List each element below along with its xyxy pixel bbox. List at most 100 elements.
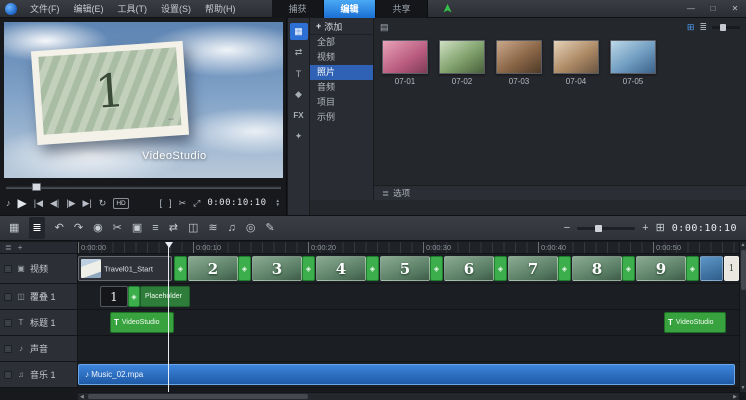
next-frame-button[interactable]: |▶ xyxy=(66,196,75,210)
voice-track-header[interactable]: ♪ 声音 xyxy=(0,336,78,362)
transition-clip[interactable]: ◈ xyxy=(128,286,140,307)
titles-icon[interactable]: T xyxy=(290,65,308,82)
track-enable-button[interactable] xyxy=(4,371,12,379)
overlay-options-icon[interactable]: ◫ xyxy=(188,217,198,239)
tab-capture[interactable]: 捕获 xyxy=(272,0,324,18)
menu-help[interactable]: 帮助(H) xyxy=(198,0,243,18)
thumb-image[interactable] xyxy=(610,40,656,74)
title-clip[interactable]: T VideoStudio xyxy=(664,312,726,333)
transitions-icon[interactable]: ⇄ xyxy=(290,44,308,61)
preview-scrubber[interactable] xyxy=(6,182,281,192)
track-enable-button[interactable] xyxy=(4,345,12,353)
transition-clip[interactable]: ◈ xyxy=(174,256,187,281)
scroll-up-icon[interactable]: ▲ xyxy=(740,242,746,249)
redo-icon[interactable]: ↷ xyxy=(74,217,83,239)
paths-icon[interactable]: ✦ xyxy=(290,128,308,145)
subtitle-editor-icon[interactable]: ✎ xyxy=(265,217,274,239)
clip-travel01-start[interactable]: Travel01_Start xyxy=(78,256,172,281)
video-clip-5[interactable]: 5 xyxy=(380,256,430,281)
menu-settings[interactable]: 设置(S) xyxy=(154,0,198,18)
timeline-view-icon[interactable]: ≣ xyxy=(29,217,44,239)
transition-clip[interactable]: ◈ xyxy=(302,256,315,281)
zoom-in-icon[interactable]: + xyxy=(642,217,648,239)
home-button[interactable]: |◀ xyxy=(34,196,43,210)
split-clip-icon[interactable]: ✂ xyxy=(113,217,122,239)
loop-button[interactable]: ↻ xyxy=(99,196,107,210)
thumb-image[interactable] xyxy=(553,40,599,74)
scrubber-track[interactable] xyxy=(6,186,281,189)
thumb-image[interactable] xyxy=(496,40,542,74)
horizontal-scrollbar[interactable]: ◀ ▶ xyxy=(78,392,739,400)
track-enable-button[interactable] xyxy=(4,265,12,273)
minimize-button[interactable]: — xyxy=(680,0,702,18)
timeline-zoom-slider[interactable] xyxy=(577,227,635,230)
vertical-scrollbar[interactable]: ▲ ▼ xyxy=(739,242,746,392)
zoom-out-icon[interactable]: − xyxy=(564,217,570,239)
title-track-header[interactable]: T 标题 1 xyxy=(0,310,78,336)
video-clip-7[interactable]: 7 xyxy=(508,256,558,281)
video-clip-end-blue[interactable] xyxy=(700,256,723,281)
media-thumb[interactable]: 07-04 xyxy=(553,40,599,86)
media-thumb[interactable]: 07-01 xyxy=(382,40,428,86)
video-clip-2[interactable]: 2 xyxy=(188,256,238,281)
undo-icon[interactable]: ↶ xyxy=(55,217,64,239)
timeline-ruler[interactable]: 0:00:00 0:00:10 0:00:20 0:00:30 0:00:40 … xyxy=(78,242,739,254)
preview-timecode[interactable]: 0:00:10:10 xyxy=(207,198,266,208)
video-clip-8[interactable]: 8 xyxy=(572,256,622,281)
video-clip-6[interactable]: 6 xyxy=(444,256,494,281)
menu-file[interactable]: 文件(F) xyxy=(23,0,67,18)
transition-clip[interactable]: ◈ xyxy=(366,256,379,281)
upload-arrow-icon[interactable]: ➤ xyxy=(441,4,454,13)
fullscreen-icon[interactable]: ⤢ xyxy=(193,196,200,210)
thumb-image[interactable] xyxy=(439,40,485,74)
volume-icon[interactable]: ♪ xyxy=(6,196,11,210)
music-clip[interactable]: ♪ Music_02.mpa xyxy=(78,364,735,385)
overlay-track-body[interactable]: 1 ◈ Placeholder xyxy=(78,284,739,310)
mark-in-button[interactable]: [ xyxy=(160,196,163,210)
video-track-body[interactable]: Travel01_Start ◈ 2 ◈ 3 ◈ 4 ◈ 5 ◈ 6 ◈ 7 ◈… xyxy=(78,254,739,284)
motion-tracking-icon[interactable]: ◎ xyxy=(246,217,256,239)
scroll-left-icon[interactable]: ◀ xyxy=(80,393,84,400)
add-folder-button[interactable]: + 添加 xyxy=(310,18,373,35)
transition-clip[interactable]: ◈ xyxy=(686,256,699,281)
record-capture-icon[interactable]: ◉ xyxy=(93,217,103,239)
track-manager-icon[interactable]: ≡ xyxy=(152,217,158,239)
tab-share[interactable]: 共享 xyxy=(376,0,428,18)
split-scissors-icon[interactable]: ✂ xyxy=(179,196,187,210)
folder-icon[interactable]: ▤ xyxy=(380,22,389,33)
options-bar[interactable]: ≣ 选项 xyxy=(374,185,746,200)
overlay-track-header[interactable]: ◫ 覆叠 1 xyxy=(0,284,78,310)
transition-clip[interactable]: ◈ xyxy=(558,256,571,281)
video-clip-9[interactable]: 9 xyxy=(636,256,686,281)
media-thumb[interactable]: 07-03 xyxy=(496,40,542,86)
thumbnail-size-slider[interactable] xyxy=(712,26,740,29)
prev-frame-button[interactable]: ◀| xyxy=(50,196,59,210)
folder-item-video[interactable]: 视频 xyxy=(310,50,373,65)
folder-item-audio[interactable]: 音频 xyxy=(310,80,373,95)
ripple-edit-icon[interactable]: ⇄ xyxy=(169,217,178,239)
track-enable-button[interactable] xyxy=(4,319,12,327)
video-track-header[interactable]: ▣ 视频 xyxy=(0,254,78,284)
fit-timeline-icon[interactable]: ⊞ xyxy=(656,217,665,239)
folder-item-samples[interactable]: 示例 xyxy=(310,110,373,125)
sound-mixer-icon[interactable]: ≋ xyxy=(208,217,217,239)
timecode-spinner[interactable]: ▲▼ xyxy=(276,199,280,207)
filters-fx-icon[interactable]: FX xyxy=(290,107,308,124)
transition-clip[interactable]: ◈ xyxy=(430,256,443,281)
media-library-icon[interactable]: ▦ xyxy=(290,23,308,40)
auto-music-icon[interactable]: ♫ xyxy=(228,217,236,239)
thumb-image[interactable] xyxy=(382,40,428,74)
transition-clip[interactable]: ◈ xyxy=(622,256,635,281)
video-clip-3[interactable]: 3 xyxy=(252,256,302,281)
add-track-icon[interactable]: + xyxy=(18,243,23,253)
video-clip-4[interactable]: 4 xyxy=(316,256,366,281)
mark-out-button[interactable]: ] xyxy=(169,196,172,210)
media-thumb[interactable]: 07-02 xyxy=(439,40,485,86)
music-track-header[interactable]: ♫ 音乐 1 xyxy=(0,362,78,388)
scroll-right-icon[interactable]: ▶ xyxy=(733,393,737,400)
menu-edit[interactable]: 编辑(E) xyxy=(67,0,111,18)
media-thumb[interactable]: 07-05 xyxy=(610,40,656,86)
overlay-placeholder-clip[interactable]: Placeholder xyxy=(140,286,190,307)
storyboard-view-icon[interactable]: ▦ xyxy=(9,217,19,239)
maximize-button[interactable]: □ xyxy=(702,0,724,18)
